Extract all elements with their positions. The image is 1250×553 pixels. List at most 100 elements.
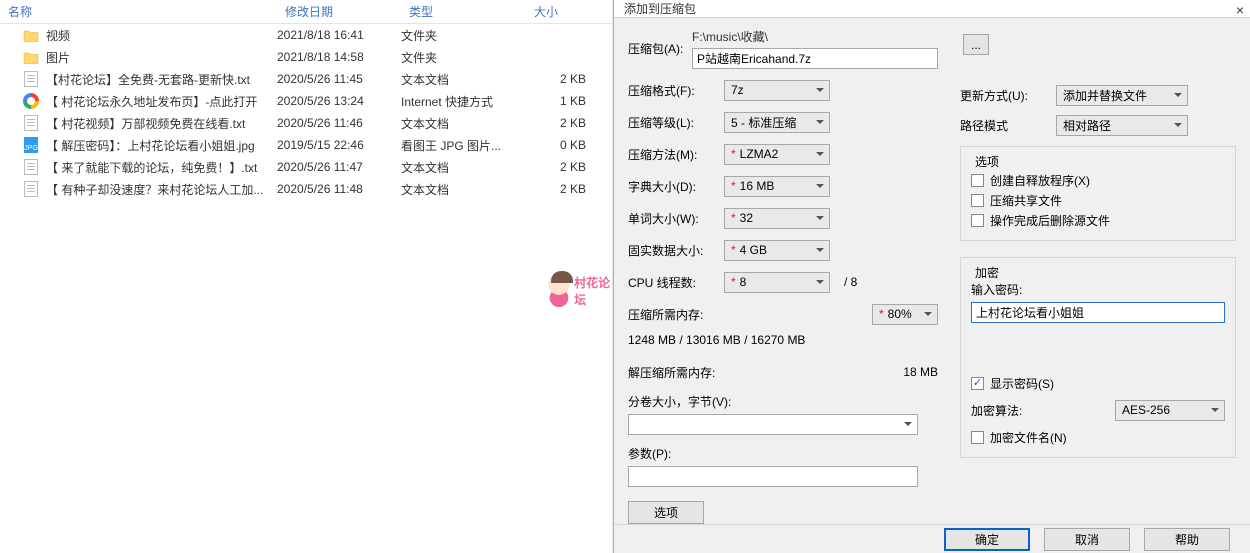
file-type: 文本文档 [401,181,526,198]
list-item[interactable]: JPG 【 解压密码】：上村花论坛看小姐姐.jpg2019/5/15 22:46看… [0,134,612,156]
list-item[interactable]: 【 有种子却没速度？来村花论坛人工加...2020/5/26 11:48文本文档… [0,178,612,200]
threads-combo[interactable]: 8 [724,272,830,293]
enc-names-label: 加密文件名(N) [990,429,1067,446]
solid-combo[interactable]: 4 GB [724,240,830,261]
sfx-checkbox[interactable] [971,174,984,187]
txt-icon [22,70,40,88]
file-size: 2 KB [526,116,586,130]
archive-path-row: 压缩包(A): F:\music\收藏\ P站越南Ericahand.7z [628,28,938,69]
list-item[interactable]: 【 村花视频】万部视频免费在线看.txt2020/5/26 11:46文本文档2… [0,112,612,134]
left-column: 压缩包(A): F:\music\收藏\ P站越南Ericahand.7z 压缩… [628,28,938,524]
pwd-label: 输入密码: [971,281,1225,298]
word-label: 单词大小(W): [628,210,716,227]
params-input[interactable] [628,466,918,487]
folder-icon [22,48,40,66]
file-explorer: 名称 修改日期 类型 大小 视频2021/8/18 16:41文件夹图片2021… [0,0,613,553]
list-item[interactable]: 【 来了就能下载的论坛，纯免费！】.txt2020/5/26 11:47文本文档… [0,156,612,178]
encrypt-legend: 加密 [971,264,1003,281]
col-size[interactable]: 大小 [526,3,606,20]
file-type: 文本文档 [401,115,526,132]
path-display: F:\music\收藏\ [692,28,938,45]
browse-button[interactable]: ... [963,34,989,55]
close-icon[interactable]: × [1236,2,1244,18]
encrypt-fieldset: 加密 输入密码: 上村花论坛看小姐姐 显示密码(S) 加密算法:AES-256 … [960,257,1236,458]
file-type: 文件夹 [401,27,526,44]
file-type: 文件夹 [401,49,526,66]
params-label: 参数(P): [628,445,938,462]
file-name: 【 有种子却没速度？来村花论坛人工加... [46,181,277,198]
file-size: 2 KB [526,182,586,196]
file-date: 2021/8/18 14:58 [277,50,401,64]
shared-checkbox[interactable] [971,194,984,207]
mem-decompress-value: 18 MB [903,365,938,379]
shared-label: 压缩共享文件 [990,192,1062,209]
options-legend: 选项 [971,153,1003,170]
ok-button[interactable]: 确定 [944,528,1030,551]
threads-label: CPU 线程数: [628,274,716,291]
dialog-title-bar: 添加到压缩包 × [614,0,1250,18]
delete-checkbox[interactable] [971,214,984,227]
enc-names-checkbox[interactable] [971,431,984,444]
level-combo[interactable]: 5 - 标准压缩 [724,112,830,133]
archive-dialog: 添加到压缩包 × 压缩包(A): F:\music\收藏\ P站越南Ericah… [613,0,1250,553]
txt-icon [22,158,40,176]
col-date[interactable]: 修改日期 [277,3,401,20]
file-type: 文本文档 [401,159,526,176]
mem-decompress-label: 解压缩所需内存: [628,364,715,381]
pathmode-label: 路径模式 [960,117,1048,134]
list-item[interactable]: 视频2021/8/18 16:41文件夹 [0,24,612,46]
password-input[interactable]: 上村花论坛看小姐姐 [971,302,1225,323]
file-name: 【 解压密码】：上村花论坛看小姐姐.jpg [46,137,277,154]
right-column: ... 更新方式(U): 添加并替换文件 路径模式相对路径 选项 创建自释放程序(… [960,28,1236,524]
format-combo[interactable]: 7z [724,80,830,101]
mem-pct-combo[interactable]: 80% [872,304,938,325]
file-date: 2020/5/26 11:46 [277,116,401,130]
file-date: 2020/5/26 11:48 [277,182,401,196]
cancel-button[interactable]: 取消 [1044,528,1130,551]
file-date: 2019/5/15 22:46 [277,138,401,152]
file-type: 看图王 JPG 图片... [401,137,526,154]
word-combo[interactable]: 32 [724,208,830,229]
dialog-title: 添加到压缩包 [624,0,696,17]
html-icon [22,92,40,110]
help-button[interactable]: 帮助 [1144,528,1230,551]
list-item[interactable]: 【 村花论坛永久地址发布页】-点此打开2020/5/26 13:24Intern… [0,90,612,112]
enc-method-label: 加密算法: [971,402,1022,419]
list-item[interactable]: 【村花论坛】全免费-无套路-更新快.txt2020/5/26 11:45文本文档… [0,68,612,90]
jpg-icon: JPG [22,136,40,154]
level-label: 压缩等级(L): [628,114,716,131]
update-label: 更新方式(U): [960,87,1048,104]
sfx-label: 创建自释放程序(X) [990,172,1090,189]
file-date: 2020/5/26 11:47 [277,160,401,174]
file-date: 2020/5/26 13:24 [277,94,401,108]
column-headers: 名称 修改日期 类型 大小 [0,0,612,24]
file-name: 【 村花视频】万部视频免费在线看.txt [46,115,277,132]
method-combo[interactable]: LZMA2 [724,144,830,165]
file-type: Internet 快捷方式 [401,93,526,110]
file-type: 文本文档 [401,71,526,88]
options-fieldset: 选项 创建自释放程序(X) 压缩共享文件 操作完成后删除源文件 [960,146,1236,241]
mem-compress-value: 1248 MB / 13016 MB / 16270 MB [628,333,805,347]
file-size: 2 KB [526,72,586,86]
show-password-checkbox[interactable] [971,377,984,390]
split-combo[interactable] [628,414,918,435]
file-name: 【 来了就能下载的论坛，纯免费！】.txt [46,159,277,176]
threads-total: / 8 [844,275,857,289]
archive-label: 压缩包(A): [628,40,684,57]
col-type[interactable]: 类型 [401,3,526,20]
update-combo[interactable]: 添加并替换文件 [1056,85,1188,106]
archive-file-input[interactable]: P站越南Ericahand.7z [692,48,938,69]
dialog-footer: 确定 取消 帮助 [614,524,1250,553]
pathmode-combo[interactable]: 相对路径 [1056,115,1188,136]
file-size: 1 KB [526,94,586,108]
split-label: 分卷大小，字节(V): [628,393,938,410]
options-button[interactable]: 选项 [628,501,704,524]
file-name: 【村花论坛】全免费-无套路-更新快.txt [46,71,277,88]
list-item[interactable]: 图片2021/8/18 14:58文件夹 [0,46,612,68]
dict-combo[interactable]: 16 MB [724,176,830,197]
enc-method-combo[interactable]: AES-256 [1115,400,1225,421]
col-name[interactable]: 名称 [0,3,277,20]
file-name: 【 村花论坛永久地址发布页】-点此打开 [46,93,277,110]
file-list: 视频2021/8/18 16:41文件夹图片2021/8/18 14:58文件夹… [0,24,612,553]
folder-icon [22,26,40,44]
